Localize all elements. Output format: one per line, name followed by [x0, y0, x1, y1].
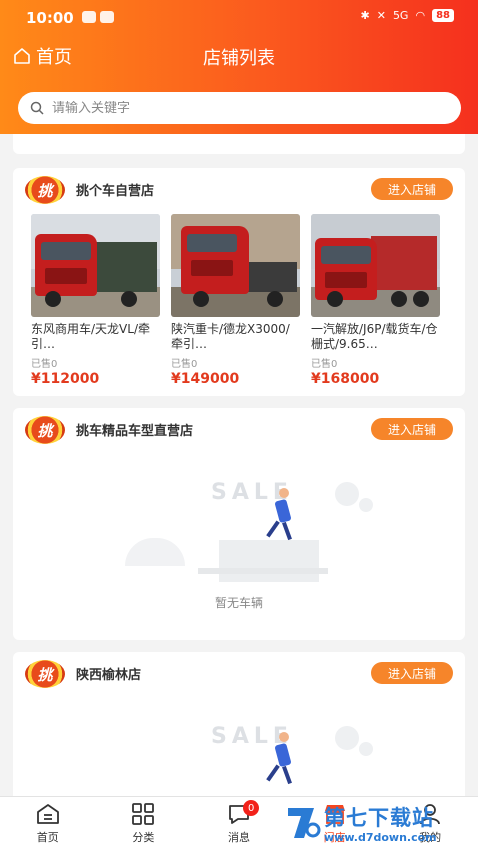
store-card-partial — [13, 134, 465, 154]
product-title: 东风商用车/天龙VL/牵引… — [31, 322, 150, 351]
truck-image — [311, 214, 440, 317]
store-card: 挑 挑个车自营店 进入店铺 东风商用车/天龙VL/牵引… 已售0 ¥112000… — [13, 168, 465, 396]
store-card: 挑 挑车精品车型直营店 进入店铺 SALE 暂无车辆 — [13, 408, 465, 640]
product-title: 一汽解放/J6P/载货车/仓栅式/9.65… — [311, 322, 438, 351]
product-list: 东风商用车/天龙VL/牵引… 已售0 ¥112000 陕汽重卡/德龙X3000/… — [31, 214, 440, 387]
decor-bubble — [335, 482, 359, 506]
enter-store-button[interactable]: 进入店铺 — [371, 178, 453, 200]
store-name: 挑车精品车型直营店 — [76, 424, 194, 439]
empty-state: SALE — [13, 712, 465, 802]
store-logo: 挑 — [25, 660, 65, 688]
decor-bubble — [359, 498, 373, 512]
app-notification-icon — [100, 11, 114, 23]
product-item[interactable]: 陕汽重卡/德龙X3000/牵引… 已售0 ¥149000 — [171, 214, 300, 387]
grid-icon — [130, 802, 156, 826]
page-title: 店铺列表 — [203, 48, 275, 69]
signal-label: 5G — [392, 9, 409, 22]
tab-messages[interactable]: 0 消息 — [191, 797, 287, 850]
product-sold-count: 已售0 — [311, 359, 338, 370]
product-price: ¥168000 — [311, 371, 380, 387]
status-bar: 10:00 ✱ ✕ 5G ◠ 88 — [0, 0, 478, 36]
nav-bar: 首页 店铺列表 — [0, 40, 478, 76]
search-icon — [30, 101, 44, 115]
figure-icon — [279, 488, 289, 498]
battery-icon: 88 — [432, 9, 454, 22]
search-bar[interactable] — [18, 92, 461, 124]
store-card-header: 挑 陕西榆林店 进入店铺 — [13, 652, 465, 688]
store-card: 挑 陕西榆林店 进入店铺 SALE — [13, 652, 465, 802]
watermark-url: www.d7down.com — [324, 831, 437, 844]
notification-icons — [82, 11, 114, 23]
product-item[interactable]: 东风商用车/天龙VL/牵引… 已售0 ¥112000 — [31, 214, 160, 387]
tab-home[interactable]: 首页 — [0, 797, 96, 850]
message-badge: 0 — [243, 800, 260, 816]
decor-hill — [125, 538, 185, 566]
tab-category-label: 分类 — [132, 831, 155, 844]
product-title: 陕汽重卡/德龙X3000/牵引… — [171, 322, 290, 351]
enter-store-button[interactable]: 进入店铺 — [371, 662, 453, 684]
figure-icon — [279, 732, 289, 742]
store-card-header: 挑 挑个车自营店 进入店铺 — [13, 168, 465, 204]
product-sold-count: 已售0 — [171, 359, 198, 370]
tab-home-label: 首页 — [36, 831, 59, 844]
store-card-header: 挑 挑车精品车型直营店 进入店铺 — [13, 408, 465, 444]
product-sold-count: 已售0 — [31, 359, 58, 370]
tab-messages-label: 消息 — [227, 831, 250, 844]
site-watermark: 第七下载站 www.d7down.com — [284, 800, 474, 850]
chat-notification-icon — [82, 11, 96, 23]
bluetooth-icon: ✱ — [360, 9, 370, 22]
decor-bubble — [335, 726, 359, 750]
header-bar: 10:00 ✱ ✕ 5G ◠ 88 首页 店铺列表 — [0, 0, 478, 134]
status-indicators: ✱ ✕ 5G ◠ 88 — [360, 9, 454, 22]
decor-bubble — [359, 742, 373, 756]
store-name: 挑个车自营店 — [76, 184, 155, 199]
tab-category[interactable]: 分类 — [96, 797, 192, 850]
store-name: 陕西榆林店 — [76, 668, 142, 683]
status-time: 10:00 — [26, 9, 74, 27]
home-icon — [35, 802, 61, 826]
search-input[interactable] — [52, 100, 432, 116]
store-logo: 挑 — [25, 176, 65, 204]
mute-icon: ✕ — [376, 9, 386, 22]
store-logo: 挑 — [25, 416, 65, 444]
truck-image — [171, 214, 300, 317]
product-price: ¥112000 — [31, 371, 100, 387]
decor-platform — [219, 540, 319, 582]
decor-floor — [198, 568, 328, 574]
empty-state-text: 暂无车辆 — [214, 596, 263, 610]
product-item[interactable]: 一汽解放/J6P/载货车/仓栅式/9.65… 已售0 ¥168000 — [311, 214, 440, 387]
truck-image — [31, 214, 160, 317]
wifi-icon: ◠ — [415, 9, 426, 22]
empty-state: SALE 暂无车辆 — [13, 468, 465, 618]
enter-store-button[interactable]: 进入店铺 — [371, 418, 453, 440]
watermark-logo-icon — [288, 808, 321, 838]
watermark-title: 第七下载站 — [324, 806, 434, 830]
product-price: ¥149000 — [171, 371, 240, 387]
